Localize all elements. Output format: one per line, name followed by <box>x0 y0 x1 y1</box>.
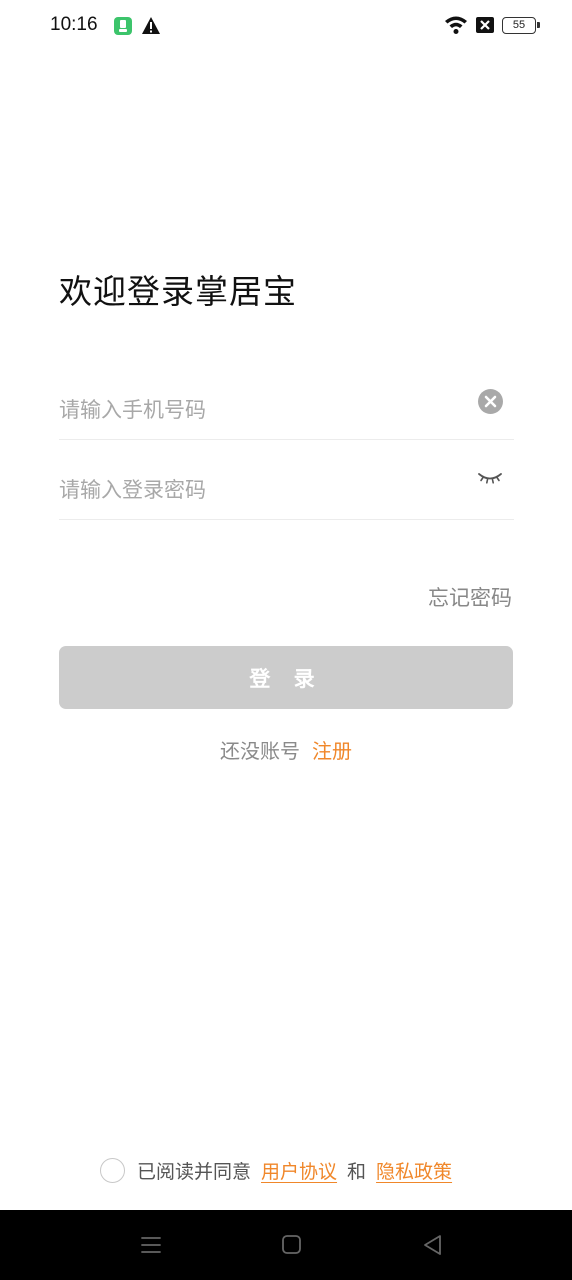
status-time: 10:16 <box>50 14 98 35</box>
menu-icon[interactable] <box>138 1232 164 1258</box>
system-nav-bar <box>0 1210 572 1280</box>
agreement-and-label: 和 <box>347 1160 367 1183</box>
battery-icon: 55 <box>502 17 540 34</box>
agreement-checkbox[interactable] <box>100 1157 125 1183</box>
forgot-password-link[interactable]: 忘记密码 <box>428 582 512 612</box>
password-field <box>59 440 514 520</box>
toggle-password-visibility-button[interactable] <box>477 470 503 486</box>
status-bar: 10:16 55 <box>0 0 572 50</box>
signup-row: 还没账号 注册 <box>0 735 572 764</box>
agreement-label: 已阅读并同意 <box>137 1160 252 1183</box>
no-sim-icon <box>476 17 494 33</box>
agreement-row: 已阅读并同意 用户协议 和 隐私政策 <box>100 1156 462 1184</box>
eye-closed-icon <box>478 473 502 484</box>
home-icon[interactable] <box>279 1232 305 1258</box>
wifi-icon <box>445 16 467 34</box>
back-icon[interactable] <box>420 1232 446 1258</box>
app-notification-icon <box>114 17 132 35</box>
password-input[interactable] <box>59 470 459 510</box>
close-icon <box>484 395 497 408</box>
phone-field <box>59 360 514 440</box>
user-agreement-link[interactable]: 用户协议 <box>251 1157 347 1184</box>
privacy-policy-link[interactable]: 隐私政策 <box>366 1157 462 1184</box>
warning-icon <box>142 17 160 34</box>
phone-input[interactable] <box>59 390 459 430</box>
clear-input-button[interactable] <box>478 389 503 414</box>
register-link[interactable]: 注册 <box>312 739 352 763</box>
page-title: 欢迎登录掌居宝 <box>59 272 297 311</box>
no-account-label: 还没账号 <box>220 739 300 763</box>
login-button[interactable]: 登 录 <box>59 646 513 709</box>
